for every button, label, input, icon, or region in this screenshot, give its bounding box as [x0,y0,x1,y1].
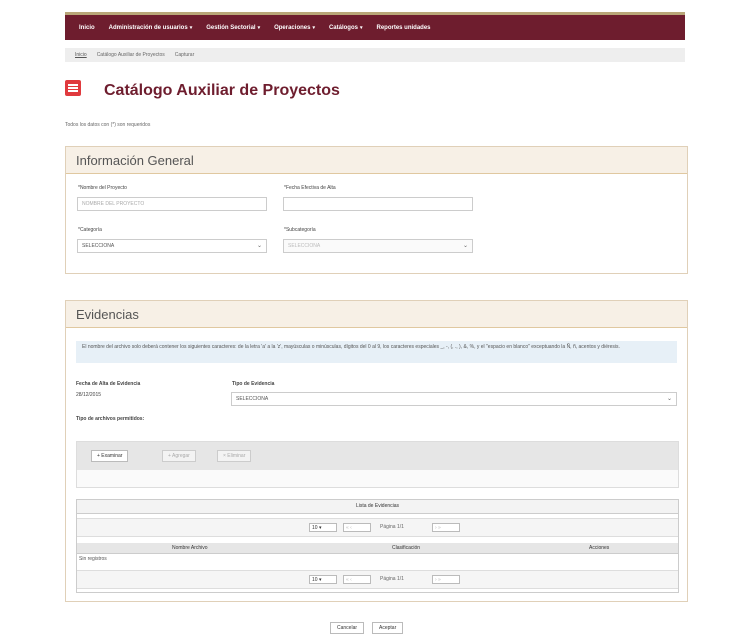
chevron-down-icon: ⌄ [462,243,468,249]
page-size-value: 10 [312,525,318,531]
evidence-type-label: Tipo de Evidencia [232,381,275,387]
nav-item-sectorial[interactable]: Gestión Sectorial ▾ [206,25,260,31]
nav-item-reports[interactable]: Reportes unidades [377,25,431,31]
table-empty-message: Sin registros [79,556,107,562]
nav-item-operations[interactable]: Operaciones ▾ [274,25,315,31]
evidence-type-select-value: SELECCIONA [236,396,269,402]
pager-first-prev[interactable]: « ‹ [343,575,371,584]
page-size-select[interactable]: 10 ▾ [309,523,337,532]
chevron-down-icon: ⌄ [666,396,672,402]
nav-item-catalogs[interactable]: Catálogos ▾ [329,25,363,31]
allowed-file-types-label: Tipo de archivos permitidos: [76,416,145,422]
subcategory-select[interactable]: SELECCIONA ⌄ [283,239,473,253]
pager-first-prev[interactable]: « ‹ [343,523,371,532]
nav-item-user-admin[interactable]: Administración de usuarios ▾ [109,25,193,31]
table-pager-top: 10 ▾ « ‹ Página 1/1 › » [77,518,678,537]
breadcrumb-current: Capturar [174,52,195,58]
chevron-down-icon: ▾ [312,24,315,31]
column-header-actions: Acciones [589,545,610,551]
effective-date-input[interactable] [283,197,473,211]
pager-next-last[interactable]: › » [432,523,460,532]
chevron-down-icon: ⌄ [256,243,262,249]
browse-button[interactable]: + Examinar [91,450,129,462]
column-header-file[interactable]: Nombre Archivo [172,545,208,551]
evidence-date-value: 28/12/2015 [76,392,102,398]
page-title: Catálogo Auxiliar de Proyectos [104,82,340,99]
column-header-classification[interactable]: Clasificación [392,545,420,551]
page-indicator: Página 1/1 [380,576,404,582]
category-select[interactable]: SELECCIONA ⌄ [77,239,267,253]
nav-item-inicio[interactable]: Inicio [79,25,95,31]
chevron-down-icon: ▾ [359,24,363,31]
evidence-heading: Evidencias [66,301,687,328]
effective-date-label: *Fecha Efectiva de Alta [284,185,336,191]
page-size-value: 10 [312,577,318,583]
file-name-rules-info: El nombre del archivo solo deberá conten… [76,341,677,363]
category-select-value: SELECCIONA [82,243,115,249]
breadcrumb: Inicio Catálogo Auxiliar de Proyectos Ca… [65,48,685,62]
general-info-heading: Información General [66,147,687,174]
category-label: *Categoría [78,227,102,233]
evidence-table-title: Lista de Evidencias [77,500,678,514]
chevron-down-icon: ▾ [189,24,193,31]
upload-toolbar: + Examinar + Agregar × Eliminar [77,442,678,470]
evidence-type-select[interactable]: SELECCIONA ⌄ [231,392,677,406]
table-column-headers: Nombre Archivo Clasificación Acciones [77,543,678,554]
required-fields-note: Todos los datos con (*) son requeridos [65,122,151,128]
project-name-input[interactable]: NOMBRE DEL PROYECTO [77,197,267,211]
list-icon [65,80,81,96]
breadcrumb-section[interactable]: Catálogo Auxiliar de Proyectos [97,52,165,58]
remove-button[interactable]: × Eliminar [217,450,252,462]
add-button[interactable]: + Agregar [162,450,196,462]
evidence-panel: Evidencias El nombre del archivo solo de… [65,300,688,602]
page-indicator: Página 1/1 [380,524,404,530]
chevron-down-icon: ▾ [257,24,261,31]
pager-next-last[interactable]: › » [432,575,460,584]
general-info-panel: Información General *Nombre del Proyecto… [65,146,688,274]
page-size-select[interactable]: 10 ▾ [309,575,337,584]
breadcrumb-home-link[interactable]: Inicio [75,52,87,58]
table-pager-bottom: 10 ▾ « ‹ Página 1/1 › » [77,570,678,589]
accept-button[interactable]: Aceptar [372,622,404,634]
file-upload-area[interactable]: + Examinar + Agregar × Eliminar [76,441,679,488]
subcategory-select-value: SELECCIONA [288,243,321,249]
evidence-date-label: Fecha de Alta de Evidencia [76,381,141,387]
evidence-table: Lista de Evidencias 10 ▾ « ‹ Página 1/1 … [76,499,679,593]
project-name-label: *Nombre del Proyecto [78,185,127,191]
top-navigation-bar: Inicio Administración de usuarios ▾ Gesti… [65,15,685,40]
subcategory-label: *Subcategoría [284,227,316,233]
cancel-button[interactable]: Cancelar [330,622,365,634]
